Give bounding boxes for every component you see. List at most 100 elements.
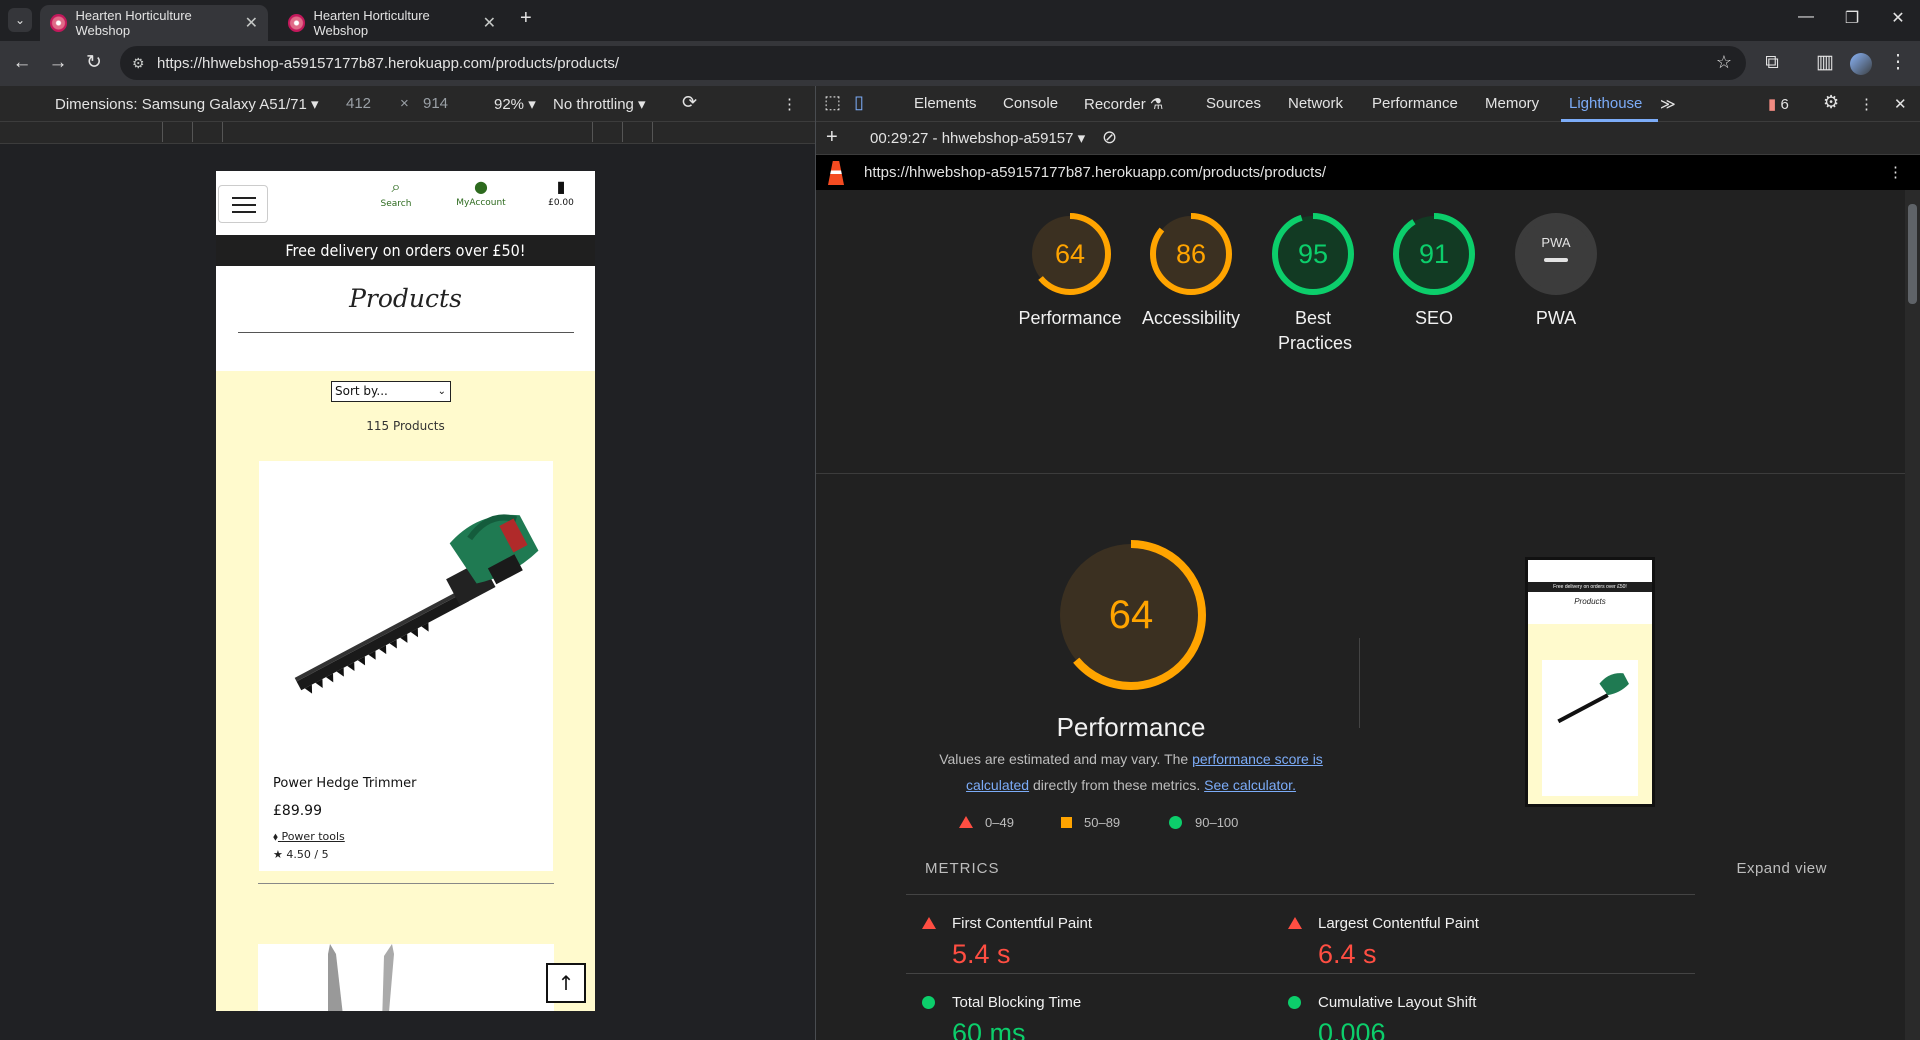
account-link[interactable]: ● MyAccount bbox=[451, 177, 511, 208]
bag-link[interactable]: ▮ £0.00 bbox=[541, 177, 581, 208]
tab-network[interactable]: Network bbox=[1288, 95, 1343, 112]
rotate-icon[interactable]: ⟳ bbox=[682, 92, 697, 113]
tab-title: Hearten Horticulture Webshop bbox=[75, 8, 192, 38]
report-select[interactable]: 00:29:27 - hhwebshop-a59157 ▾ bbox=[870, 129, 1085, 147]
inspect-element-icon[interactable]: ⬚ bbox=[824, 92, 841, 113]
see-calculator-link[interactable]: See calculator. bbox=[1204, 777, 1296, 793]
category-gauge[interactable]: PWA PWA bbox=[1514, 212, 1634, 331]
thumb-banner: Free delivery on orders over £50! bbox=[1528, 582, 1652, 592]
user-icon: ● bbox=[474, 177, 488, 196]
device-dimensions-select[interactable]: Dimensions: Samsung Galaxy A51/71 ▾ bbox=[55, 95, 319, 113]
new-report-icon[interactable]: + bbox=[826, 126, 838, 149]
scrollbar-thumb[interactable] bbox=[1908, 204, 1917, 304]
site-info-icon[interactable]: ⚙ bbox=[132, 55, 145, 72]
issues-count: 6 bbox=[1780, 96, 1789, 113]
new-tab-icon[interactable]: + bbox=[520, 7, 532, 30]
settings-gear-icon[interactable]: ⚙ bbox=[1823, 92, 1839, 113]
browser-menu-icon[interactable]: ⋮ bbox=[1886, 51, 1910, 75]
tab-performance[interactable]: Performance bbox=[1372, 95, 1458, 112]
profile-avatar[interactable] bbox=[1850, 53, 1872, 75]
report-scrollbar[interactable] bbox=[1905, 190, 1920, 1040]
lighthouse-report: 64 Performance 86 Accessibility 95 Best Pract… bbox=[816, 190, 1906, 1040]
device-toolbar: Dimensions: Samsung Galaxy A51/71 ▾ 412 … bbox=[0, 86, 815, 122]
product-name[interactable]: Power Hedge Trimmer bbox=[273, 776, 417, 791]
close-devtools-icon[interactable]: ✕ bbox=[1894, 95, 1907, 113]
restore-icon[interactable]: ❐ bbox=[1829, 8, 1875, 32]
category-gauge[interactable]: 95 Best Practices bbox=[1271, 212, 1391, 356]
device-height-input[interactable]: 914 bbox=[423, 95, 448, 112]
throttling-select[interactable]: No throttling ▾ bbox=[553, 95, 646, 113]
performance-gauge[interactable]: 64 bbox=[1054, 538, 1208, 692]
reload-icon[interactable]: ↻ bbox=[82, 51, 106, 75]
product-category-link[interactable]: ⬧ Power tools bbox=[273, 830, 345, 844]
site-header: ⌕ Search ● MyAccount ▮ £0.00 bbox=[216, 171, 595, 235]
search-link[interactable]: ⌕ Search bbox=[371, 177, 421, 209]
bookmark-star-icon[interactable]: ☆ bbox=[1716, 52, 1732, 73]
url-text: https://hhwebshop-a59157177b87.herokuapp… bbox=[157, 55, 619, 72]
metric-title: Total Blocking Time bbox=[952, 994, 1082, 1011]
side-panel-icon[interactable]: ▥ bbox=[1813, 51, 1837, 75]
chevron-down-icon: ⌄ bbox=[437, 386, 446, 397]
device-more-icon[interactable]: ⋮ bbox=[782, 95, 797, 113]
tab-sources[interactable]: Sources bbox=[1206, 95, 1261, 112]
pass-circle-icon bbox=[922, 996, 935, 1009]
report-url[interactable]: https://hhwebshop-a59157177b87.herokuapp… bbox=[864, 164, 1326, 181]
more-tabs-icon[interactable]: ≫ bbox=[1660, 95, 1676, 113]
category-label: Accessibility bbox=[1141, 308, 1241, 328]
devtools-menu-icon[interactable]: ⋮ bbox=[1859, 95, 1874, 113]
category-gauge[interactable]: 91 SEO bbox=[1392, 212, 1512, 331]
category-label: Best Practices bbox=[1278, 308, 1353, 353]
pass-circle-icon bbox=[1169, 816, 1182, 829]
address-bar[interactable]: ⚙ https://hhwebshop-a59157177b87.herokua… bbox=[120, 46, 1746, 80]
clear-reports-icon[interactable]: ⊘ bbox=[1102, 127, 1117, 148]
metric-title: Cumulative Layout Shift bbox=[1318, 994, 1477, 1011]
expand-view-toggle[interactable]: Expand view bbox=[1671, 860, 1827, 877]
thumb-title: Products bbox=[1574, 597, 1606, 606]
browser-tab[interactable]: Hearten Horticulture Webshop ✕ bbox=[278, 5, 506, 41]
tab-search-button[interactable]: ⌄ bbox=[8, 8, 32, 32]
product-count: 115 Products bbox=[366, 419, 445, 433]
tab-recorder-label: Recorder bbox=[1084, 96, 1146, 113]
metric-item: Total Blocking Time 60 ms bbox=[906, 973, 1329, 1040]
forward-icon[interactable]: → bbox=[46, 51, 70, 75]
report-menu-icon[interactable]: ⋮ bbox=[1888, 163, 1903, 181]
average-square-icon bbox=[1061, 817, 1072, 828]
menu-toggle-button[interactable] bbox=[218, 185, 268, 223]
zoom-select[interactable]: 92% ▾ bbox=[494, 95, 536, 113]
tab-elements[interactable]: Elements bbox=[914, 95, 977, 112]
metric-item: Cumulative Layout Shift 0.006 bbox=[1272, 973, 1695, 1040]
delivery-banner: Free delivery on orders over £50! bbox=[216, 235, 595, 266]
tab-title: Hearten Horticulture Webshop bbox=[313, 8, 430, 38]
swap-dimensions-icon[interactable]: × bbox=[400, 95, 409, 112]
product-rating-value: 4.50 / 5 bbox=[286, 848, 329, 861]
category-gauge[interactable]: 86 Accessibility bbox=[1142, 212, 1269, 331]
gauge-ring: PWA bbox=[1514, 212, 1598, 296]
gauge-ring: 91 bbox=[1392, 212, 1476, 296]
back-icon[interactable]: ← bbox=[10, 51, 34, 75]
tab-lighthouse[interactable]: Lighthouse bbox=[1569, 95, 1642, 112]
sort-select[interactable]: Sort by... ⌄ bbox=[331, 381, 451, 402]
close-tab-icon[interactable]: ✕ bbox=[245, 13, 258, 33]
product-image[interactable] bbox=[258, 944, 554, 1011]
tab-console[interactable]: Console bbox=[1003, 95, 1058, 112]
browser-tab[interactable]: Hearten Horticulture Webshop ✕ bbox=[40, 5, 268, 41]
minimize-icon[interactable]: — bbox=[1783, 8, 1829, 32]
category-score: 64 bbox=[1054, 239, 1086, 269]
extensions-icon[interactable]: ⧉ bbox=[1760, 51, 1784, 75]
device-width-input[interactable]: 412 bbox=[346, 95, 371, 112]
product-card[interactable] bbox=[258, 944, 554, 1011]
product-card[interactable]: Power Hedge Trimmer £89.99 ⬧ Power tools… bbox=[259, 461, 553, 871]
device-toggle-icon[interactable]: ▯ bbox=[854, 92, 864, 113]
tab-recorder[interactable]: Recorder ⚗ bbox=[1084, 95, 1163, 113]
back-to-top-button[interactable]: ↑ bbox=[546, 963, 586, 1003]
issues-badge[interactable]: ▮ 6 bbox=[1768, 95, 1789, 113]
product-image[interactable] bbox=[269, 501, 549, 731]
category-gauge[interactable]: 64 Performance bbox=[1018, 212, 1148, 331]
final-screenshot-thumbnail[interactable]: Free delivery on orders over £50! Produc… bbox=[1525, 557, 1655, 807]
close-tab-icon[interactable]: ✕ bbox=[483, 13, 496, 33]
performance-description: Values are estimated and may vary. The p… bbox=[920, 746, 1342, 798]
flask-icon: ⚗ bbox=[1149, 96, 1164, 113]
tab-memory[interactable]: Memory bbox=[1485, 95, 1539, 112]
lighthouse-logo-icon bbox=[828, 161, 844, 185]
close-window-icon[interactable]: ✕ bbox=[1875, 8, 1920, 32]
